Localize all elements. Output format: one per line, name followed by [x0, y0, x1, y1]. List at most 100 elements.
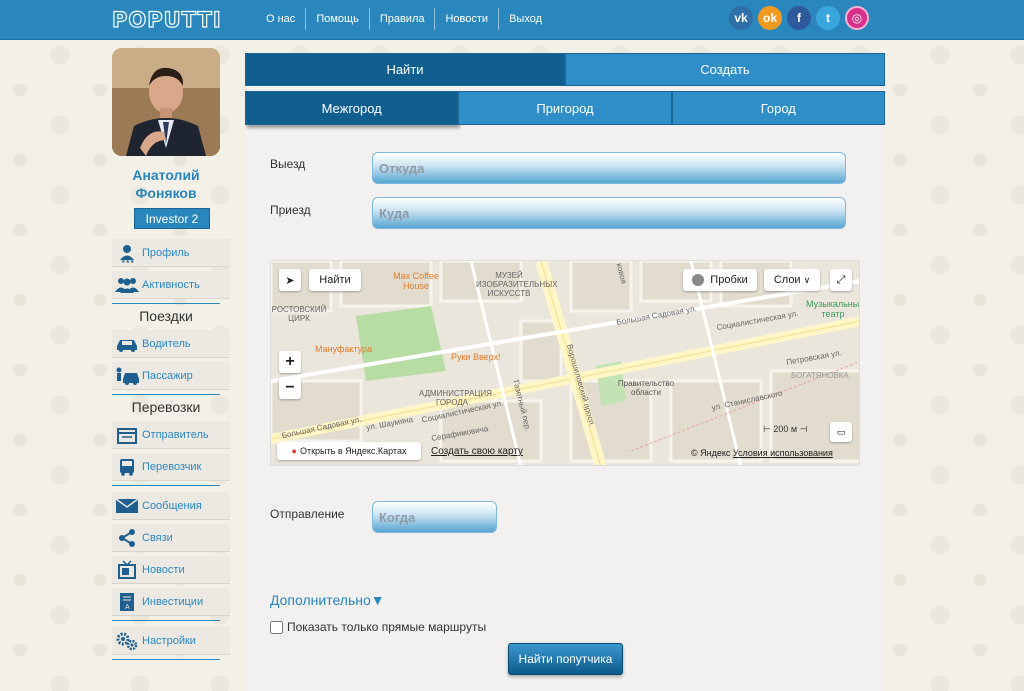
nav-news[interactable]: Новости — [434, 8, 498, 30]
zoom-out-icon[interactable]: − — [279, 377, 301, 399]
top-bar: POPUTTI О нас Помощь Правила Новости Вых… — [0, 0, 1024, 40]
more-options-toggle[interactable]: Дополнительно▼ — [270, 592, 385, 608]
section-trips: Поездки — [112, 303, 220, 330]
sidebar-item-label: Настройки — [142, 634, 196, 647]
traffic-icon — [692, 274, 705, 286]
district-bogatyanovka: БОГАТЯНОВКА — [791, 371, 849, 380]
sidebar-item-label: Профиль — [142, 246, 190, 259]
sidebar-divider — [112, 485, 220, 486]
tab-city[interactable]: Город — [671, 91, 885, 125]
sidebar-item-connections[interactable]: Связи — [112, 524, 230, 552]
tab-create[interactable]: Создать — [565, 53, 885, 86]
document-icon: A — [112, 592, 142, 612]
open-yandex-label: Открыть в Яндекс.Картах — [299, 446, 407, 456]
create-map-link[interactable]: Создать свою карту — [431, 447, 523, 457]
direct-routes-row[interactable]: Показать только прямые маршруты — [270, 620, 486, 634]
direct-routes-label: Показать только прямые маршруты — [287, 620, 487, 634]
nav-logout[interactable]: Выход — [498, 8, 552, 30]
sidebar-item-driver[interactable]: Водитель — [112, 330, 230, 358]
map-traffic-button[interactable]: Пробки — [683, 269, 757, 291]
route-map[interactable]: ➤ Найти Пробки Слои ∨ ⤢ + − ▭ ⊢ 200 м ⊣ … — [270, 260, 860, 466]
sidebar-item-investments[interactable]: A Инвестиции — [112, 588, 230, 616]
top-nav: О нас Помощь Правила Новости Выход — [256, 0, 552, 38]
poi-circus[interactable]: РОСТОВСКИЙ ЦИРК — [271, 305, 327, 323]
sidebar-item-carrier[interactable]: Перевозчик — [112, 453, 230, 481]
odnoklassniki-icon[interactable]: ok — [758, 6, 782, 30]
map-pin-icon: ● — [291, 446, 297, 456]
sidebar-item-label: Активность — [142, 278, 200, 291]
sidebar-item-sender[interactable]: Отправитель — [112, 421, 230, 449]
gears-icon — [112, 631, 142, 651]
arrival-input[interactable] — [372, 197, 846, 229]
social-links: vk ok f t ◎ — [729, 6, 869, 30]
nav-rules[interactable]: Правила — [368, 8, 435, 30]
poi-museum[interactable]: МУЗЕЙ ИЗОБРАЗИТЕЛЬНЫХ ИСКУССТВ — [476, 271, 558, 298]
sidebar-item-settings[interactable]: Настройки — [112, 627, 230, 655]
user-name: Анатолий Фоняков — [112, 166, 220, 202]
profile-icon: ★★★ — [112, 243, 142, 263]
map-scale-value: 200 м — [773, 424, 798, 434]
investor-badge[interactable]: Investor 2 — [134, 208, 210, 229]
departure-input[interactable] — [372, 152, 846, 184]
sidebar-divider — [112, 659, 220, 660]
sidebar-item-passenger[interactable]: Пассажир — [112, 362, 230, 390]
poi-manufaktura[interactable]: Мануфактура — [315, 344, 372, 354]
poi-max-coffee[interactable]: Max Coffee House — [381, 271, 451, 291]
sidebar-item-profile[interactable]: ★★★ Профиль — [112, 239, 230, 267]
bus-icon — [112, 457, 142, 477]
poi-government[interactable]: Правительство области — [611, 379, 681, 397]
user-last-name: Фоняков — [135, 185, 197, 201]
when-label: Отправление — [270, 507, 345, 521]
sidebar-item-label: Новости — [142, 563, 185, 576]
sidebar-item-label: Водитель — [142, 337, 191, 350]
locate-icon[interactable]: ➤ — [279, 269, 301, 291]
car-icon — [112, 336, 142, 352]
nav-about[interactable]: О нас — [256, 8, 305, 30]
sidebar-item-label: Перевозчик — [142, 460, 202, 473]
open-in-yandex-button[interactable]: ● Открыть в Яндекс.Картах — [277, 442, 421, 460]
svg-text:A: A — [125, 604, 130, 611]
map-canvas[interactable] — [271, 261, 860, 466]
sidebar-divider — [112, 620, 220, 621]
nav-help[interactable]: Помощь — [305, 8, 369, 30]
logo[interactable]: POPUTTI — [111, 7, 222, 32]
map-layers-button[interactable]: Слои ∨ — [764, 269, 820, 291]
terms-link[interactable]: Условия использования — [733, 448, 833, 458]
facebook-icon[interactable]: f — [787, 6, 811, 30]
poi-theatre[interactable]: Музыкальный театр — [806, 299, 859, 319]
section-cargo: Перевозки — [112, 394, 220, 421]
tv-icon — [112, 559, 142, 580]
poi-ruki-vverh[interactable]: Руки Вверх! — [451, 352, 501, 362]
zoom-in-icon[interactable]: + — [279, 351, 301, 373]
route-type-tabs: Межгород Пригород Город — [245, 91, 885, 125]
parcel-icon — [112, 426, 142, 444]
avatar-photo — [112, 48, 220, 156]
when-input[interactable] — [372, 501, 497, 533]
sidebar-item-label: Пассажир — [142, 369, 193, 382]
map-copyright: © Яндекс Условия использования — [691, 449, 833, 458]
tab-find[interactable]: Найти — [245, 53, 565, 86]
map-find-button[interactable]: Найти — [309, 269, 361, 291]
sidebar-item-label: Отправитель — [142, 428, 209, 441]
search-panel: Найти Создать Межгород Пригород Город Вы… — [245, 53, 885, 691]
group-icon — [112, 276, 142, 294]
fullscreen-icon[interactable]: ⤢ — [830, 269, 852, 291]
sidebar-item-news[interactable]: Новости — [112, 556, 230, 584]
avatar[interactable] — [112, 48, 220, 156]
departure-label: Выезд — [270, 157, 306, 171]
map-layers-label: Слои — [773, 274, 801, 286]
instagram-icon[interactable]: ◎ — [845, 6, 869, 30]
tab-intercity[interactable]: Межгород — [245, 91, 459, 125]
twitter-icon[interactable]: t — [816, 6, 840, 30]
user-first-name: Анатолий — [132, 167, 200, 183]
sidebar-item-messages[interactable]: Сообщения — [112, 492, 230, 520]
tab-suburb[interactable]: Пригород — [458, 91, 672, 125]
direct-routes-checkbox[interactable] — [270, 620, 283, 634]
vk-icon[interactable]: vk — [729, 6, 753, 30]
sidebar-item-activity[interactable]: Активность — [112, 271, 230, 299]
arrival-label: Приезд — [270, 203, 311, 217]
sidebar: Анатолий Фоняков Investor 2 ★★★ Профиль … — [112, 48, 232, 666]
sidebar-item-label: Связи — [142, 531, 173, 544]
find-companion-button[interactable]: Найти попутчика — [508, 643, 623, 675]
ruler-icon[interactable]: ▭ — [830, 422, 852, 442]
